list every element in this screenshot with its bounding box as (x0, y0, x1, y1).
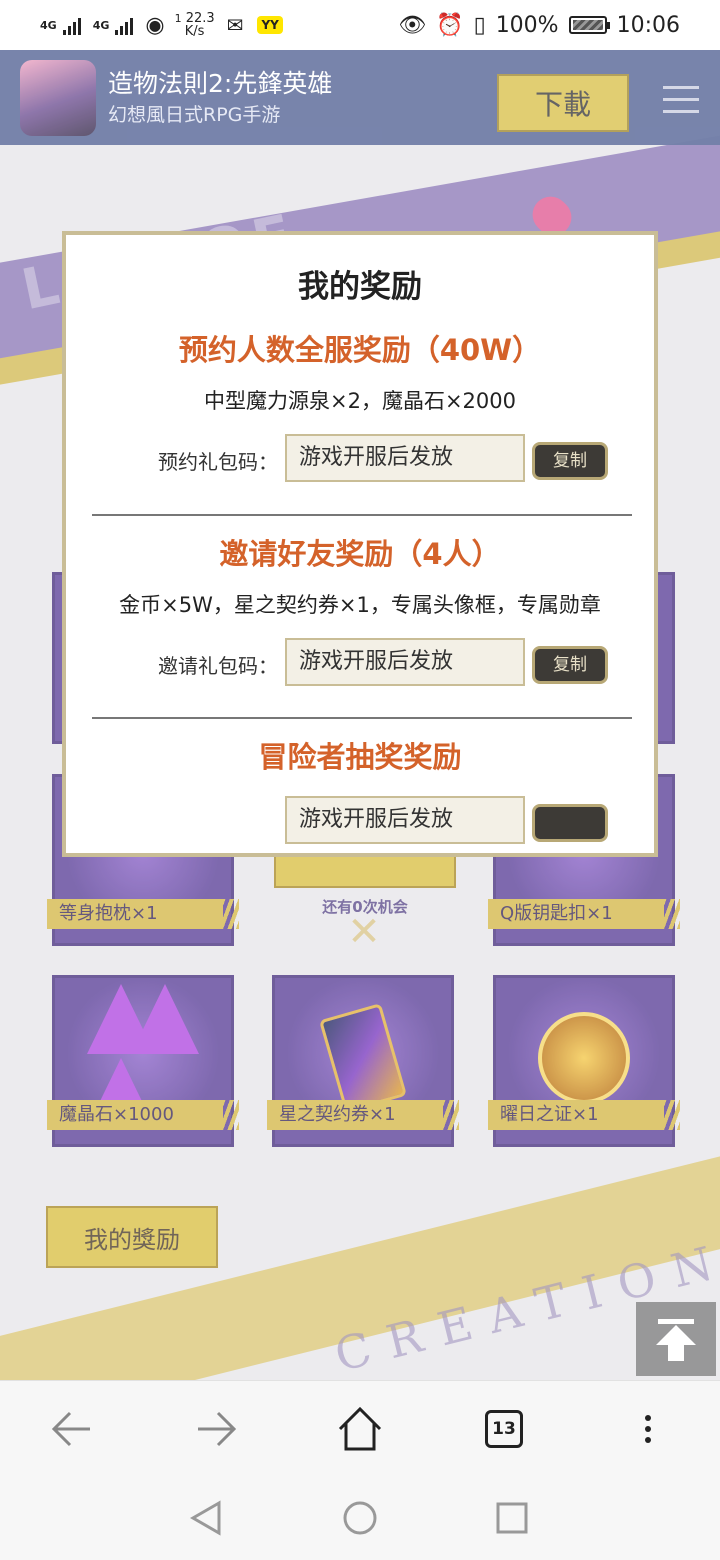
home-icon (338, 1406, 382, 1451)
battery-percent: 100% (495, 12, 559, 38)
vibrate-icon: ▯ (473, 12, 486, 38)
nav-home-button[interactable] (340, 1498, 380, 1538)
alarm-icon: ⏰ (436, 12, 464, 38)
back-button[interactable] (42, 1403, 102, 1455)
system-nav-bar (0, 1476, 720, 1560)
divider (92, 514, 632, 516)
copy-button[interactable]: 复制 (532, 442, 608, 480)
browser-toolbar: 13 (0, 1380, 720, 1476)
battery-icon (568, 16, 610, 34)
game-landing-page: LAW OF CREATION 造物法則2:先鋒英雄 幻想風日式RPG手游 下載… (0, 50, 720, 1380)
signal-icon (62, 15, 81, 35)
clock: 10:06 (616, 12, 680, 38)
hotspot-icon: ◉ (145, 12, 165, 38)
signal-icon-2 (115, 15, 134, 35)
network-type-1: 4G (40, 18, 57, 32)
code-field[interactable]: 游戏开服后发放 (285, 638, 525, 686)
home-button[interactable] (330, 1403, 390, 1455)
code-field[interactable]: 游戏开服后发放 (285, 796, 525, 844)
yy-icon: YY (257, 16, 283, 34)
speed-prefix: 1 (174, 12, 182, 25)
status-bar: 4G 4G ◉ 1 22.3 K/s ✉ YY 👁 ⏰ ▯ 100% 10:06 (0, 0, 720, 50)
tabs-button[interactable]: 13 (474, 1403, 534, 1455)
speed-unit: K/s (184, 24, 205, 39)
arrow-right-icon (198, 1411, 237, 1447)
copy-button[interactable]: 复制 (532, 646, 608, 684)
wechat-icon: ✉ (226, 13, 244, 37)
section-description: 中型魔力源泉×2，魔晶石×2000 (204, 389, 516, 413)
modal-title: 我的奖励 (298, 269, 422, 305)
triangle-back-icon (189, 1500, 221, 1536)
code-label: 邀请礼包码： (158, 654, 278, 678)
tab-count: 13 (485, 1410, 523, 1448)
arrow-left-icon (51, 1411, 90, 1447)
reward-section-lottery: 冒险者抽奖奖励 (66, 734, 654, 776)
code-field[interactable]: 游戏开服后发放 (285, 434, 525, 482)
reward-section-invite: 邀请好友奖励（4人） 金币×5W，星之契约券×1，专属头像框，专属勋章 (66, 531, 654, 619)
my-rewards-modal: 我的奖励 预约人数全服奖励（40W） 中型魔力源泉×2，魔晶石×2000 预约礼… (62, 231, 658, 857)
section-description: 金币×5W，星之契约券×1，专属头像框，专属勋章 (119, 593, 601, 617)
network-type-2: 4G (92, 18, 110, 32)
section-title: 预约人数全服奖励（40W） (178, 333, 542, 367)
code-label: 预约礼包码： (158, 450, 278, 474)
square-recents-icon (496, 1502, 528, 1534)
code-row-invite: 邀请礼包码： 游戏开服后发放 复制 (66, 638, 654, 686)
more-menu-button[interactable] (618, 1403, 678, 1455)
section-title: 冒险者抽奖奖励 (258, 740, 462, 774)
network-speed: 1 22.3 K/s (175, 12, 215, 38)
forward-button[interactable] (186, 1403, 246, 1455)
nav-back-button[interactable] (186, 1498, 226, 1538)
reward-section-reservation: 预约人数全服奖励（40W） 中型魔力源泉×2，魔晶石×2000 (66, 327, 654, 415)
divider (92, 717, 632, 719)
eye-icon: 👁 (398, 12, 427, 38)
section-title: 邀请好友奖励（4人） (219, 537, 501, 571)
nav-recents-button[interactable] (492, 1498, 532, 1538)
code-row-lottery: 游戏开服后发放 (66, 796, 654, 844)
more-icon (645, 1410, 651, 1448)
circle-home-icon (343, 1501, 377, 1535)
copy-button[interactable] (532, 804, 608, 842)
code-row-reservation: 预约礼包码： 游戏开服后发放 复制 (66, 434, 654, 482)
